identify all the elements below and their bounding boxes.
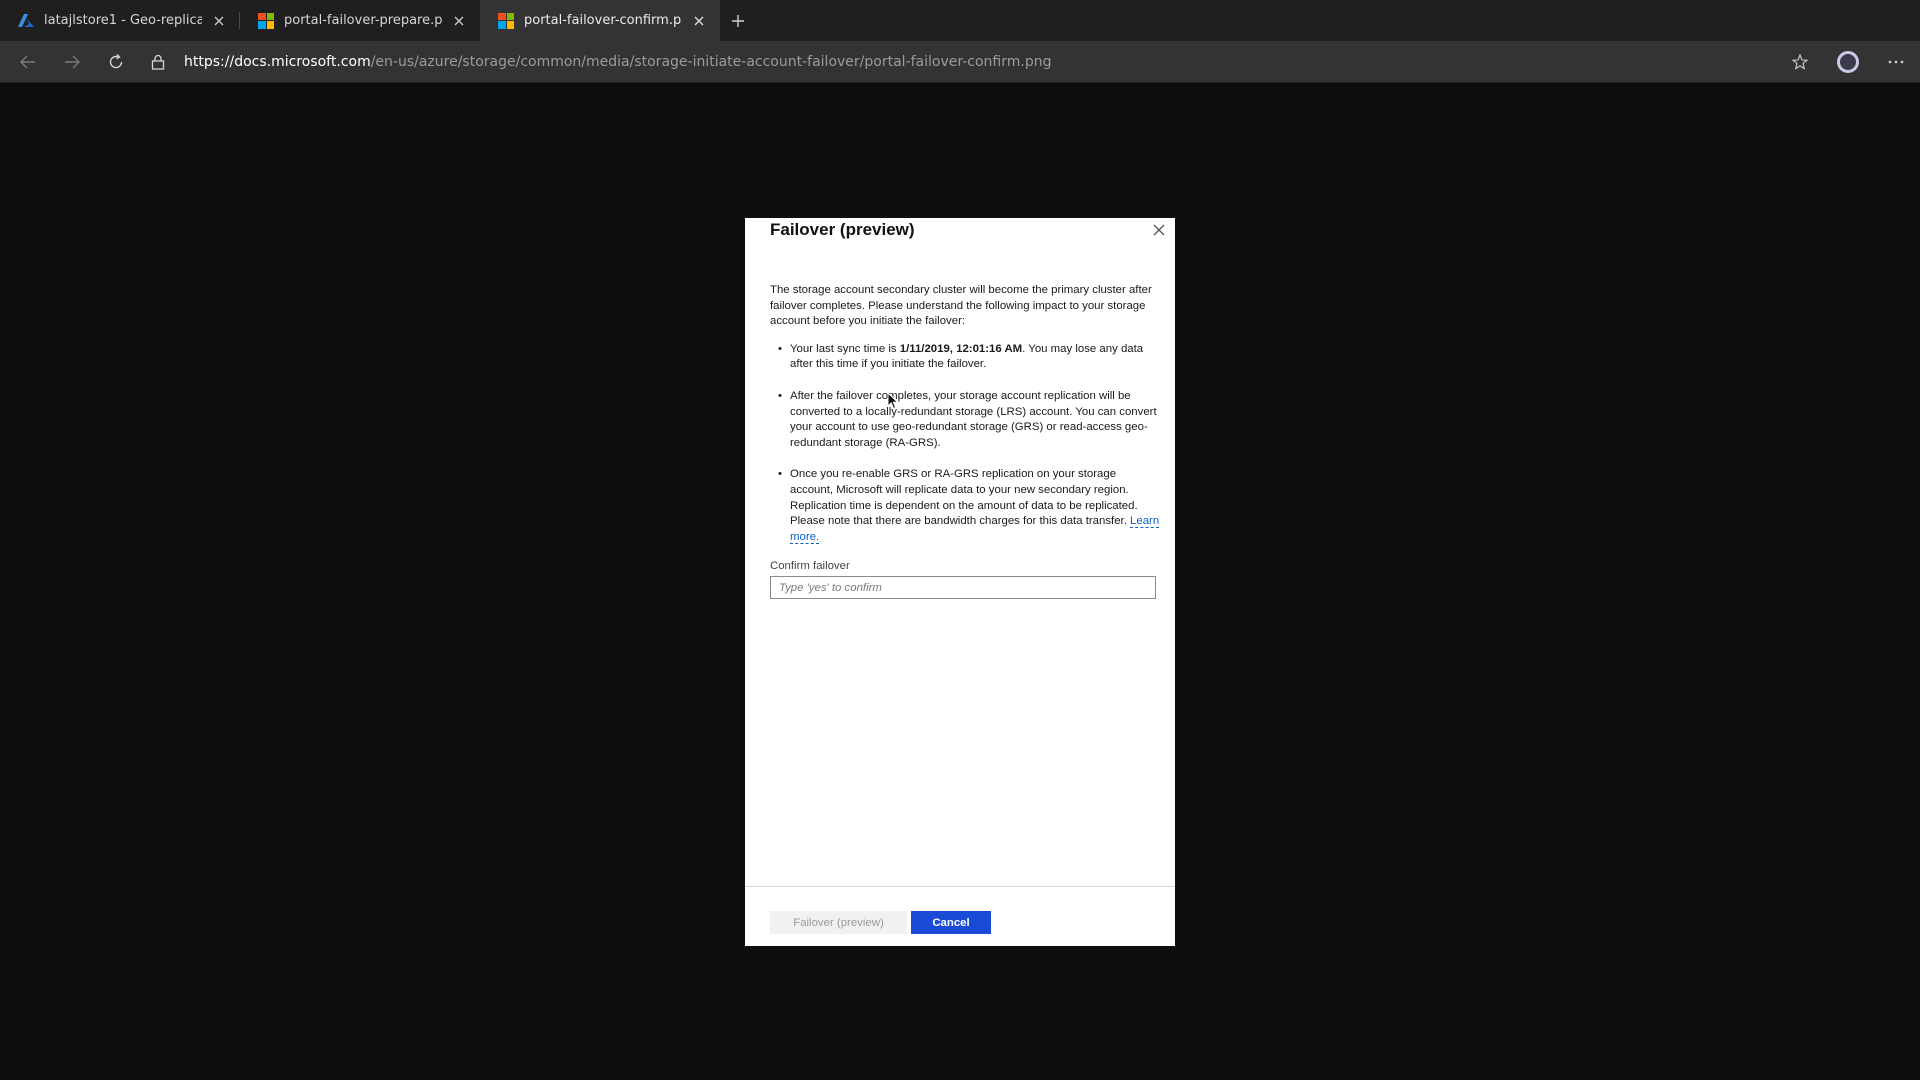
arrow-right-icon bbox=[65, 55, 80, 68]
close-tab-icon[interactable] bbox=[210, 12, 228, 30]
arrow-left-icon bbox=[20, 55, 35, 68]
url-protocol: https:// bbox=[184, 54, 235, 70]
star-icon bbox=[1792, 54, 1808, 70]
profile-button[interactable] bbox=[1824, 41, 1872, 83]
image-viewer: Failover (preview) The storage account s… bbox=[0, 83, 1920, 1080]
url-text: https://docs.microsoft.com/en-us/azure/s… bbox=[184, 54, 1051, 70]
close-icon bbox=[1153, 224, 1165, 236]
close-tab-icon[interactable] bbox=[450, 12, 468, 30]
list-item: Your last sync time is 1/11/2019, 12:01:… bbox=[770, 342, 1162, 373]
back-button[interactable] bbox=[6, 41, 50, 83]
dialog-body: The storage account secondary cluster wi… bbox=[770, 283, 1162, 561]
failover-button[interactable]: Failover (preview) bbox=[770, 911, 907, 934]
url-host: docs.microsoft.com bbox=[234, 54, 371, 70]
tab-title: latajlstore1 - Geo-replication - M bbox=[44, 13, 202, 28]
more-icon bbox=[1888, 60, 1904, 64]
list-item: Once you re-enable GRS or RA-GRS replica… bbox=[770, 467, 1162, 545]
favorite-button[interactable] bbox=[1776, 41, 1824, 83]
bullet1-before: Your last sync time is bbox=[790, 342, 900, 355]
list-item: After the failover completes, your stora… bbox=[770, 389, 1162, 451]
confirm-failover-input[interactable] bbox=[770, 576, 1156, 599]
bullet3-text: Once you re-enable GRS or RA-GRS replica… bbox=[790, 468, 1138, 528]
microsoft-icon bbox=[498, 12, 514, 29]
tab-title: portal-failover-prepare.png (103 bbox=[284, 13, 442, 28]
dialog-title: Failover (preview) bbox=[770, 220, 915, 239]
tab-title: portal-failover-confirm.png (43 bbox=[524, 13, 682, 28]
confirm-failover-label: Confirm failover bbox=[770, 560, 850, 572]
tab-geo-replication[interactable]: latajlstore1 - Geo-replication - M bbox=[0, 0, 240, 41]
impact-list: Your last sync time is 1/11/2019, 12:01:… bbox=[770, 342, 1162, 546]
new-tab-button[interactable] bbox=[720, 0, 756, 41]
address-bar[interactable]: https://docs.microsoft.com/en-us/azure/s… bbox=[146, 41, 1770, 83]
forward-button[interactable] bbox=[50, 41, 94, 83]
lock-icon bbox=[146, 50, 170, 74]
more-button[interactable] bbox=[1872, 41, 1920, 83]
tab-portal-failover-confirm[interactable]: portal-failover-confirm.png (43 bbox=[480, 0, 720, 41]
navigation-bar: https://docs.microsoft.com/en-us/azure/s… bbox=[0, 41, 1920, 83]
toolbar-right bbox=[1776, 41, 1920, 83]
cancel-button[interactable]: Cancel bbox=[911, 911, 991, 934]
tab-bar: latajlstore1 - Geo-replication - M porta… bbox=[0, 0, 1920, 41]
close-tab-icon[interactable] bbox=[690, 12, 708, 30]
azure-icon bbox=[18, 13, 34, 29]
avatar bbox=[1837, 51, 1859, 73]
url-path: /en-us/azure/storage/common/media/storag… bbox=[370, 54, 1052, 70]
mouse-cursor-icon bbox=[887, 392, 899, 410]
sync-time: 1/11/2019, 12:01:16 AM bbox=[899, 342, 1023, 355]
failover-dialog-image: Failover (preview) The storage account s… bbox=[745, 218, 1175, 946]
tab-portal-failover-prepare[interactable]: portal-failover-prepare.png (103 bbox=[240, 0, 480, 41]
refresh-icon bbox=[109, 53, 123, 68]
plus-icon bbox=[732, 14, 744, 27]
intro-text: The storage account secondary cluster wi… bbox=[770, 284, 1152, 328]
microsoft-icon bbox=[258, 12, 274, 29]
close-dialog-button[interactable] bbox=[1149, 220, 1169, 240]
refresh-button[interactable] bbox=[94, 41, 138, 83]
footer-divider bbox=[745, 886, 1175, 887]
